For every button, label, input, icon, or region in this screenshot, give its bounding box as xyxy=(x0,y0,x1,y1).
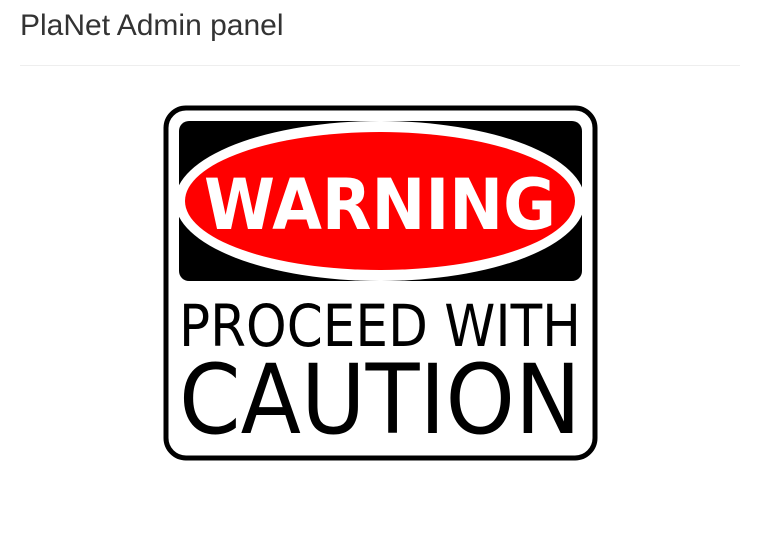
sign-warning-text: WARNING xyxy=(204,164,556,246)
page-title: PlaNet Admin panel xyxy=(20,9,284,42)
sign-line2-text: CAUTION xyxy=(179,344,581,456)
warning-sign-image: WARNING PROCEED WITH CAUTION xyxy=(163,105,598,461)
header-divider xyxy=(20,65,740,66)
